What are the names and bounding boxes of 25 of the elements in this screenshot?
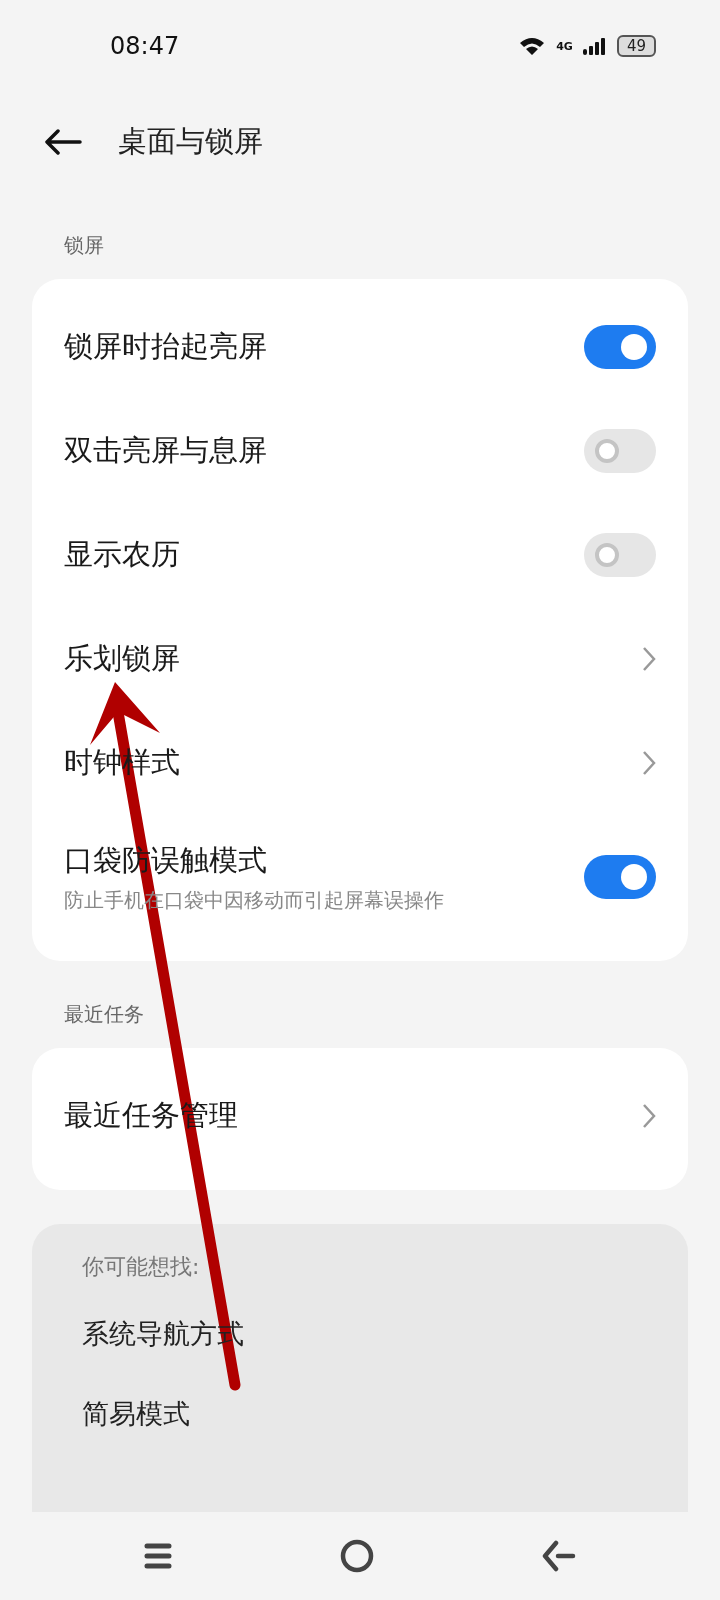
status-time: 08:47 — [110, 32, 180, 60]
battery-level: 49 — [616, 35, 656, 57]
toggle-switch[interactable] — [584, 855, 656, 899]
setting-label: 双击亮屏与息屏 — [64, 432, 267, 469]
chevron-right-icon — [642, 646, 656, 672]
suggestion-link[interactable]: 简易模式 — [82, 1396, 190, 1432]
section-title: 最近任务 — [63, 1001, 145, 1028]
page-title: 桌面与锁屏 — [118, 123, 263, 160]
back-icon[interactable] — [542, 1540, 576, 1572]
setting-label: 锁屏时抬起亮屏 — [64, 328, 267, 365]
toggle-switch[interactable] — [584, 429, 656, 473]
toggle-switch[interactable] — [584, 325, 656, 369]
toggle-switch[interactable] — [584, 533, 656, 577]
wifi-icon — [518, 36, 547, 56]
signal-icon — [582, 37, 607, 55]
suggestions-title: 你可能想找: — [82, 1253, 200, 1281]
back-arrow-icon[interactable] — [44, 129, 82, 155]
home-circle-icon[interactable] — [340, 1539, 374, 1573]
setting-label: 乐划锁屏 — [64, 640, 180, 677]
network-type: 4G — [556, 40, 573, 52]
setting-label: 显示农历 — [64, 536, 180, 573]
menu-icon[interactable] — [144, 1543, 172, 1569]
chevron-right-icon — [642, 750, 656, 776]
section-title: 锁屏 — [63, 232, 105, 259]
chevron-right-icon — [642, 1103, 656, 1129]
